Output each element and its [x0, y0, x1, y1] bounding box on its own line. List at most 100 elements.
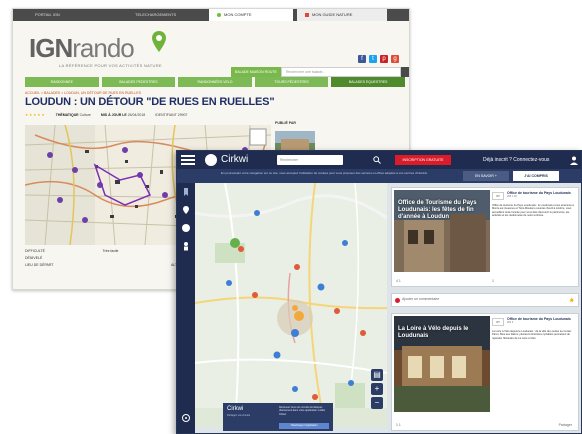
card-likes-secondary[interactable]: 1: [492, 279, 494, 283]
elevation-label: DÉNIVELÉ: [25, 256, 43, 260]
ign-portal-link[interactable]: PORTAIL IGN: [35, 9, 60, 21]
user-icon[interactable]: [569, 155, 579, 165]
difficulty-label: DIFFICULTÉ: [25, 249, 45, 253]
comment-placeholder[interactable]: Ajouter un commentaire: [402, 297, 439, 301]
nav-tours-pedestres[interactable]: TOURS PÉDESTRES: [254, 77, 329, 87]
card-description: Office de tourisme du Pays Loudunais : l…: [492, 204, 574, 218]
googleplus-icon[interactable]: g: [391, 55, 399, 63]
ign-downloads-link[interactable]: TELECHARGEMENTS: [135, 9, 176, 21]
page-title: LOUDUN : UN DÉTOUR "DE RUES EN RUELLES": [25, 96, 275, 108]
promo-text: Retrouvez tous vos circuits touristiques…: [279, 406, 326, 416]
cirkwi-window: Cirkwi Rechercher INSCRIPTION GRATUITE D…: [176, 150, 582, 434]
cirkwi-search-input[interactable]: Rechercher: [277, 155, 343, 165]
rating-stars: ★★★★★: [25, 113, 46, 117]
card-photo[interactable]: La Loire à Vélo depuis le Loudunais: [394, 316, 490, 412]
nav-balades-equestres[interactable]: BALADES EQUESTRES: [331, 77, 405, 87]
twitter-icon[interactable]: t: [369, 55, 377, 63]
location-icon[interactable]: [181, 205, 191, 215]
meta-updated: MIS À JOUR LE 26/04/2018: [101, 113, 145, 117]
ign-header: IGNrando LA RÉFÉRENCE POUR VOS ACTIVITÉS…: [13, 21, 409, 77]
logo-ign-part: IGN: [29, 33, 73, 63]
card-photo-title: Office de Tourisme du Pays Loudunais: le…: [398, 200, 477, 220]
detail-row: DÉNIVELÉ: [25, 256, 195, 260]
ign-account-link[interactable]: MON COMPTE: [209, 9, 293, 21]
meta-theme-label: THÉMATIQUE: [55, 113, 79, 117]
zoom-in-button[interactable]: +: [371, 383, 383, 395]
difficulty-value: Très facile: [102, 249, 119, 253]
cookie-more-button[interactable]: EN SAVOIR +: [463, 171, 509, 181]
hamburger-menu-icon[interactable]: [181, 154, 195, 166]
ign-search: BALADE MAISON ROUTE Rechercher une balad…: [231, 67, 409, 77]
nav-balades-pedestres[interactable]: BALADES PEDESTRES: [101, 77, 176, 87]
card-likes[interactable]: 1 1: [396, 423, 401, 427]
layers-icon[interactable]: ▤: [371, 369, 383, 381]
cirkwi-logo[interactable]: Cirkwi: [221, 154, 248, 165]
feed-card[interactable]: La Loire à Vélo depuis le Loudunais OT O…: [391, 313, 579, 431]
search-icon[interactable]: [373, 156, 381, 164]
chat-icon[interactable]: [181, 223, 191, 233]
pinterest-icon[interactable]: p: [380, 55, 388, 63]
ign-guide-link[interactable]: MON GUIDE NATURE: [297, 9, 387, 21]
cirkwi-feed: Office de Tourisme du Pays Loudunais: le…: [387, 183, 581, 433]
signin-link[interactable]: Déjà inscrit ? Connectez-vous: [483, 155, 549, 165]
guide-icon: [305, 12, 309, 17]
comment-bar[interactable]: Ajouter un commentaire 👍: [391, 293, 579, 307]
breadcrumb[interactable]: ACCUEIL > BALADES > LOUDUN, UN DÉTOUR DE…: [25, 91, 141, 95]
comment-icon: [395, 298, 400, 303]
facebook-icon[interactable]: f: [358, 55, 366, 63]
meta-updated-value: 26/04/2018: [127, 113, 146, 117]
author-avatar[interactable]: OT: [492, 192, 504, 200]
ign-meta: ★★★★★ THÉMATIQUE Culture MIS À JOUR LE 2…: [25, 113, 188, 117]
signup-button[interactable]: INSCRIPTION GRATUITE: [395, 155, 451, 165]
nav-randonnees-velo[interactable]: RANDONNÉES VELO: [178, 77, 252, 87]
meta-theme: THÉMATIQUE Culture: [56, 113, 91, 117]
card-description: La Loire à Vélo depuis le Loudunais : de…: [492, 330, 572, 340]
author-avatar[interactable]: OT: [492, 318, 504, 326]
nav-randonnee[interactable]: RANDONNÉE: [25, 77, 99, 87]
detail-row: LIEU DE DÉPART ALTITUDE MIN: [25, 263, 195, 267]
card-likes[interactable]: 4 1: [396, 279, 401, 283]
cirkwi-header: Cirkwi Rechercher INSCRIPTION GRATUITE D…: [177, 151, 581, 169]
start-label: LIEU DE DÉPART: [25, 263, 54, 267]
ign-search-label: BALADE MAISON ROUTE: [231, 67, 281, 77]
detail-row: DIFFICULTÉ Très facile: [25, 249, 195, 253]
card-stats: 295 1 40: [507, 195, 517, 198]
ign-route-details: DIFFICULTÉ Très facile DÉNIVELÉ LIEU DE …: [25, 249, 195, 270]
ign-account-label: MON COMPTE: [224, 12, 252, 17]
ignrando-logo[interactable]: IGNrando: [29, 33, 135, 63]
feed-card[interactable]: Office de Tourisme du Pays Loudunais: le…: [391, 187, 579, 287]
cirkwi-logo-icon[interactable]: [205, 154, 217, 166]
cookie-accept-button[interactable]: J'AI COMPRIS: [513, 171, 559, 181]
person-icon[interactable]: [181, 241, 191, 251]
meta-updated-label: MIS À JOUR LE: [100, 113, 127, 117]
cookie-banner: En poursuivant votre navigation sur ce s…: [177, 169, 581, 183]
cirkwi-sidebar: [177, 183, 195, 433]
promo-subtitle: Partagez vos circuits: [227, 414, 251, 417]
zoom-out-button[interactable]: −: [371, 397, 383, 409]
bookmark-icon[interactable]: [181, 187, 191, 197]
map-pin-icon: [152, 31, 166, 52]
logo-rando-part: rando: [72, 33, 134, 63]
ign-search-button[interactable]: [401, 67, 409, 77]
ign-search-input[interactable]: Rechercher une balade...: [281, 67, 401, 77]
meta-theme-value: Culture: [79, 113, 91, 117]
cookie-banner-text: En poursuivant votre navigation sur ce s…: [221, 171, 428, 175]
social-links: f t p g: [358, 55, 399, 63]
card-share[interactable]: Partager: [559, 423, 572, 427]
ign-main-nav: RANDONNÉE BALADES PEDESTRES RANDONNÉES V…: [25, 77, 405, 87]
ign-guide-label: MON GUIDE NATURE: [312, 12, 353, 17]
cirkwi-map[interactable]: [195, 183, 387, 427]
promo-logo: Cirkwi: [227, 406, 244, 412]
card-photo-title: La Loire à Vélo depuis le Loudunais: [398, 326, 469, 339]
card-stats: 281 4: [507, 321, 514, 324]
app-promo-banner: Cirkwi Partagez vos circuits Retrouvez t…: [223, 403, 333, 431]
ign-topbar: PORTAIL IGN TELECHARGEMENTS MON COMPTE M…: [13, 9, 409, 21]
settings-icon[interactable]: [181, 413, 191, 423]
account-icon: [217, 12, 221, 17]
map-zoom-controls: ▤ + −: [371, 369, 383, 421]
card-photo[interactable]: Office de Tourisme du Pays Loudunais: le…: [394, 190, 490, 272]
promo-download-button[interactable]: Télécharger l'application: [279, 423, 329, 429]
thumb-up-icon[interactable]: 👍: [569, 297, 574, 302]
ign-tagline: LA RÉFÉRENCE POUR VOS ACTIVITÉS NATURE: [59, 63, 162, 68]
card-author[interactable]: Office de tourisme du Pays Loudunais: [507, 317, 571, 321]
